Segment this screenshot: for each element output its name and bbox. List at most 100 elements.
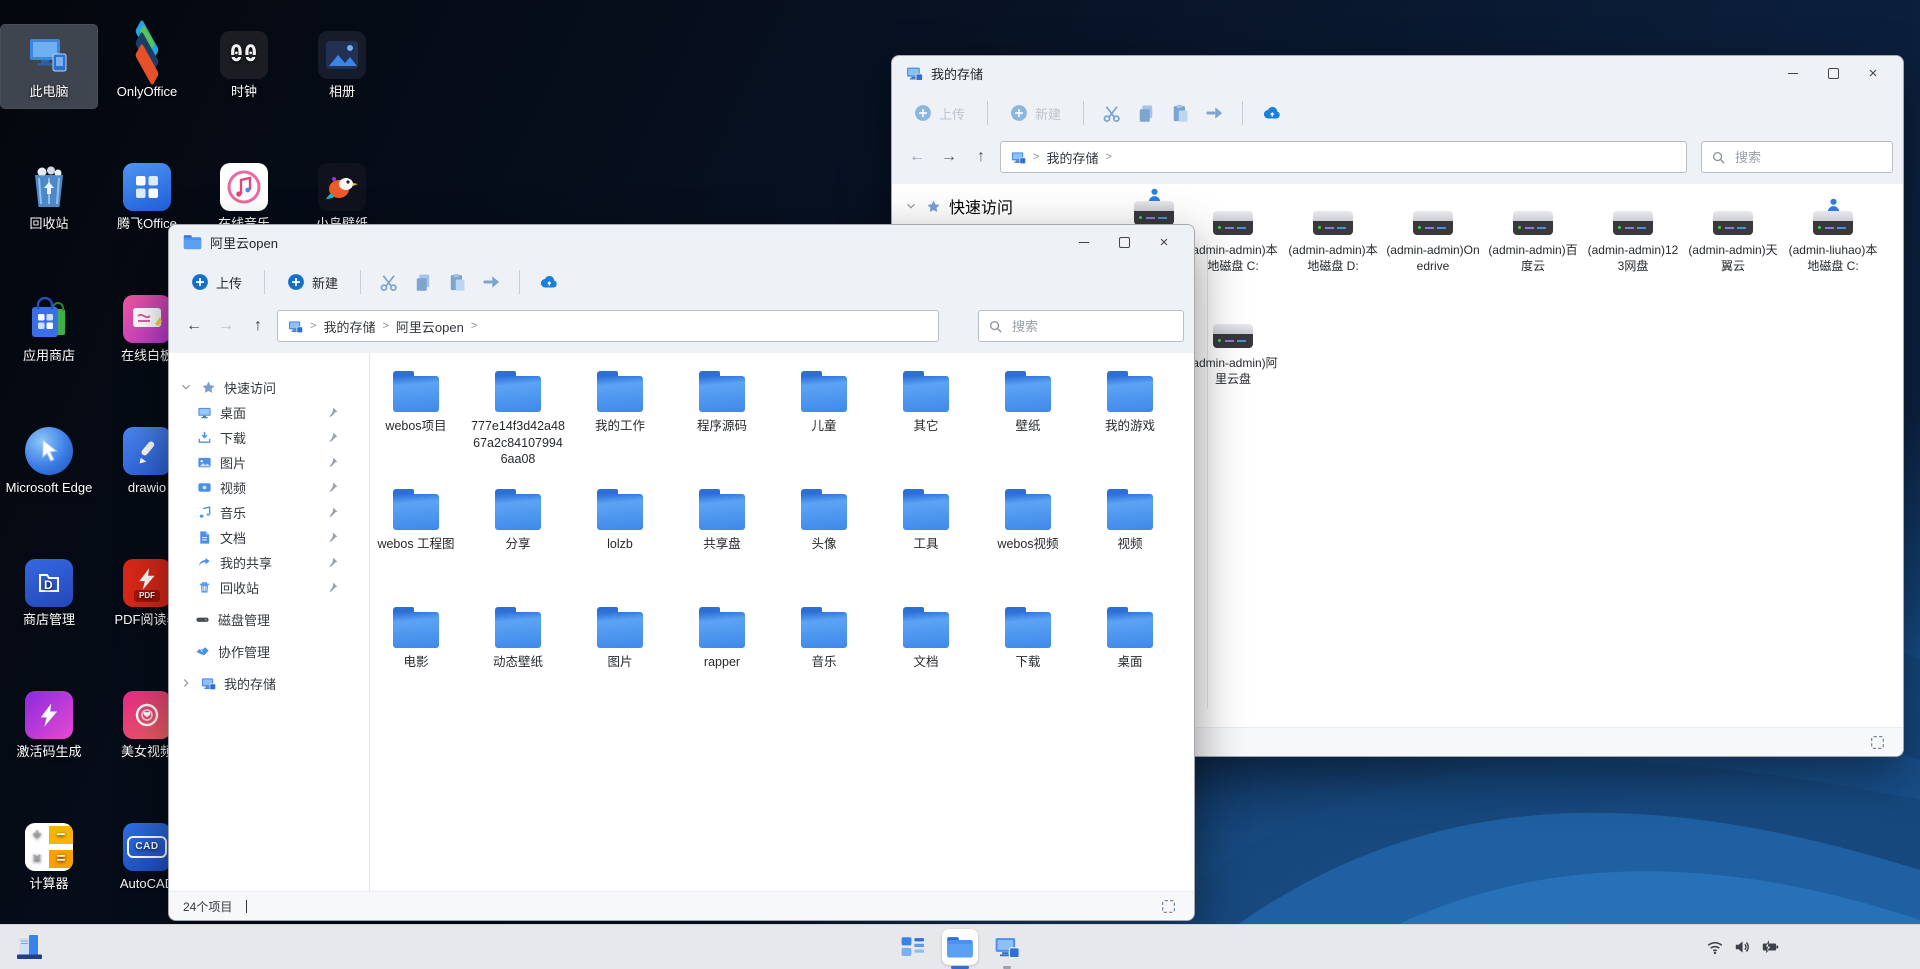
pin-icon[interactable] bbox=[326, 556, 339, 569]
search-input[interactable] bbox=[1010, 318, 1144, 335]
taskbar-file-explorer-button[interactable] bbox=[942, 929, 978, 965]
close-button[interactable]: × bbox=[1853, 58, 1893, 88]
forward-button[interactable]: → bbox=[936, 144, 962, 170]
sidebar-item-desktop[interactable]: 桌面 bbox=[169, 400, 369, 424]
maximize-button[interactable] bbox=[1104, 227, 1144, 257]
forward-button[interactable]: → bbox=[213, 313, 239, 339]
drive-item[interactable]: (admin-admin)阿里云盘 bbox=[1183, 324, 1283, 437]
folder-item[interactable]: 儿童 bbox=[773, 376, 875, 494]
chevron-right-icon[interactable] bbox=[179, 676, 193, 690]
up-button[interactable]: ↑ bbox=[245, 313, 271, 339]
breadcrumb-segment[interactable]: 我的存储 bbox=[323, 317, 375, 336]
folder-item[interactable]: 其它 bbox=[875, 376, 977, 494]
taskbar-this-pc-button[interactable] bbox=[989, 929, 1025, 965]
folder-item[interactable]: rapper bbox=[671, 612, 773, 730]
folder-item[interactable]: webos 工程图 bbox=[370, 494, 467, 612]
folder-item[interactable]: 壁纸 bbox=[977, 376, 1079, 494]
folder-item[interactable]: 图片 bbox=[569, 612, 671, 730]
folder-item[interactable]: 下载 bbox=[977, 612, 1079, 730]
folder-item[interactable]: 音乐 bbox=[773, 612, 875, 730]
desktop-icon-onlyoffice[interactable]: OnlyOffice bbox=[99, 25, 195, 108]
drive-item[interactable]: (admin-liuhao)本地磁盘 C: bbox=[1783, 211, 1883, 324]
cloud-sync-button[interactable] bbox=[1259, 101, 1283, 125]
minimize-button[interactable] bbox=[1064, 227, 1104, 257]
maximize-button[interactable] bbox=[1813, 58, 1853, 88]
pin-icon[interactable] bbox=[326, 406, 339, 419]
folder-item[interactable]: 桌面 bbox=[1079, 612, 1181, 730]
back-button[interactable]: ← bbox=[181, 313, 207, 339]
my-storage-titlebar[interactable]: 我的存储 × bbox=[892, 56, 1903, 90]
sidebar-item-disk-management[interactable]: 磁盘管理 bbox=[169, 607, 369, 631]
folder-item[interactable]: 分享 bbox=[467, 494, 569, 612]
sidebar-item-collaboration[interactable]: 协作管理 bbox=[169, 639, 369, 663]
breadcrumb-segment[interactable]: 阿里云open bbox=[396, 317, 464, 336]
copy-button[interactable] bbox=[1134, 101, 1158, 125]
sidebar-item-pictures[interactable]: 图片 bbox=[169, 450, 369, 474]
cut-button[interactable] bbox=[377, 270, 401, 294]
pin-icon[interactable] bbox=[326, 456, 339, 469]
desktop-icon-store-manager[interactable]: D 商店管理 bbox=[1, 553, 97, 636]
folder-item[interactable]: 我的游戏 bbox=[1079, 376, 1181, 494]
pin-icon[interactable] bbox=[326, 506, 339, 519]
breadcrumb[interactable]: > 我的存储 > 阿里云open > bbox=[277, 310, 939, 342]
selection-mode-button[interactable] bbox=[1865, 731, 1889, 753]
desktop-icon-calculator[interactable]: + − × = 计算器 bbox=[1, 817, 97, 900]
search-input[interactable] bbox=[1733, 149, 1867, 166]
new-button[interactable]: 新建 bbox=[1004, 100, 1067, 127]
desktop-icon-this-pc[interactable]: 此电脑 bbox=[1, 25, 97, 108]
new-button[interactable]: 新建 bbox=[281, 269, 344, 296]
folder-item[interactable]: 我的工作 bbox=[569, 376, 671, 494]
folder-item[interactable]: webos项目 bbox=[370, 376, 467, 494]
up-button[interactable]: ↑ bbox=[968, 144, 994, 170]
drive-item[interactable]: (admin-admin)本地磁盘 D: bbox=[1283, 211, 1383, 324]
drive-item[interactable]: (admin-admin)天翼云 bbox=[1683, 211, 1783, 324]
folder-item[interactable]: 777e14f3d42a4867a2c841079946aa08 bbox=[467, 376, 569, 494]
desktop-icon-recycle-bin[interactable]: 回收站 bbox=[1, 157, 97, 240]
paste-button[interactable] bbox=[1168, 101, 1192, 125]
folder-item[interactable]: 视频 bbox=[1079, 494, 1181, 612]
upload-button[interactable]: 上传 bbox=[908, 100, 971, 127]
wifi-icon[interactable] bbox=[1706, 938, 1724, 956]
drive-item[interactable]: (admin-admin)本地磁盘 C: bbox=[1183, 211, 1283, 324]
sidebar-item-downloads[interactable]: 下载 bbox=[169, 425, 369, 449]
move-button[interactable] bbox=[479, 270, 503, 294]
folder-item[interactable]: 文档 bbox=[875, 612, 977, 730]
start-button[interactable] bbox=[12, 930, 48, 964]
copy-button[interactable] bbox=[411, 270, 435, 294]
drive-item[interactable]: (admin-admin)百度云 bbox=[1483, 211, 1583, 324]
back-button[interactable]: ← bbox=[904, 144, 930, 170]
sidebar-item-quick-access[interactable]: 快速访问 bbox=[169, 375, 369, 399]
battery-charging-icon[interactable] bbox=[1760, 938, 1780, 956]
close-button[interactable]: × bbox=[1144, 227, 1184, 257]
pin-icon[interactable] bbox=[326, 431, 339, 444]
volume-icon[interactable] bbox=[1733, 938, 1751, 956]
search-box[interactable] bbox=[978, 310, 1184, 342]
search-box[interactable] bbox=[1701, 141, 1893, 173]
folder-item[interactable]: 程序源码 bbox=[671, 376, 773, 494]
folder-item[interactable]: 动态壁纸 bbox=[467, 612, 569, 730]
cut-button[interactable] bbox=[1100, 101, 1124, 125]
move-button[interactable] bbox=[1202, 101, 1226, 125]
folder-item[interactable]: lolzb bbox=[569, 494, 671, 612]
desktop-icon-album[interactable]: 相册 bbox=[294, 25, 390, 108]
folder-item[interactable]: 共享盘 bbox=[671, 494, 773, 612]
sidebar-item-documents[interactable]: 文档 bbox=[169, 525, 369, 549]
breadcrumb-segment[interactable]: 我的存储 bbox=[1046, 148, 1098, 167]
paste-button[interactable] bbox=[445, 270, 469, 294]
sidebar-item-my-shares[interactable]: 我的共享 bbox=[169, 550, 369, 574]
drive-item[interactable]: (admin-admin)123网盘 bbox=[1583, 211, 1683, 324]
sidebar-item-music[interactable]: 音乐 bbox=[169, 500, 369, 524]
pin-icon[interactable] bbox=[326, 481, 339, 494]
folder-item[interactable]: 工具 bbox=[875, 494, 977, 612]
aliyun-titlebar[interactable]: 阿里云open × bbox=[169, 225, 1194, 259]
pin-icon[interactable] bbox=[326, 531, 339, 544]
selection-mode-button[interactable] bbox=[1156, 895, 1180, 917]
desktop-icon-app-store[interactable]: 应用商店 bbox=[1, 289, 97, 372]
cloud-sync-button[interactable] bbox=[536, 270, 560, 294]
pin-icon[interactable] bbox=[326, 581, 339, 594]
sidebar-item-my-storage[interactable]: 我的存储 bbox=[169, 671, 369, 695]
sidebar-item-videos[interactable]: 视频 bbox=[169, 475, 369, 499]
folder-item[interactable]: webos视频 bbox=[977, 494, 1079, 612]
taskbar-launcher-button[interactable] bbox=[895, 929, 931, 965]
upload-button[interactable]: 上传 bbox=[185, 269, 248, 296]
